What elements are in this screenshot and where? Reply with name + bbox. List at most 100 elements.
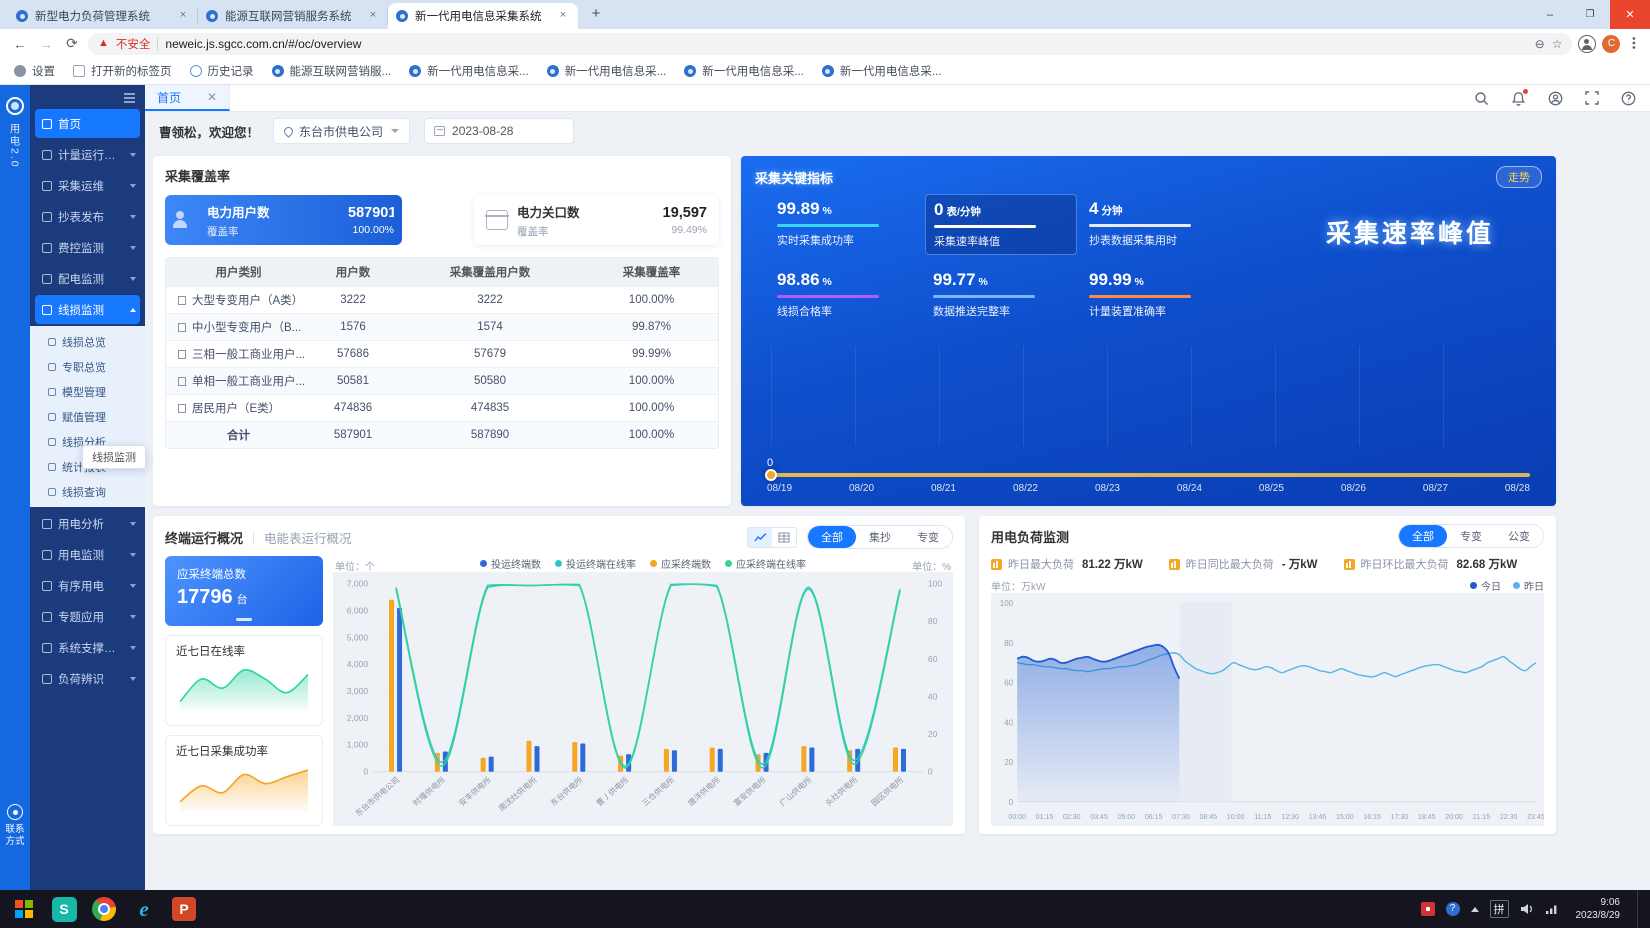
- legend-item[interactable]: 昨日: [1513, 578, 1544, 593]
- notifications-bell-icon[interactable]: [1511, 91, 1526, 106]
- sidebar-item-usage-analysis[interactable]: 用电分析: [35, 509, 140, 538]
- profile-icon[interactable]: [1578, 35, 1596, 53]
- bookmarks-bar: 设置 打开新的标签页 历史记录 能源互联网营销服... 新一代用电信息采... …: [0, 58, 1650, 85]
- bookmark-history[interactable]: 历史记录: [190, 63, 254, 79]
- ime-indicator[interactable]: 拼: [1490, 900, 1509, 918]
- contact-button[interactable]: 联系方式: [0, 804, 30, 848]
- legend-item[interactable]: 今日: [1470, 578, 1501, 593]
- taskbar-app-ie[interactable]: e: [124, 890, 164, 928]
- line-chart-view-icon[interactable]: [748, 528, 772, 547]
- page-tab-home[interactable]: 首页 ✕: [145, 85, 230, 111]
- load-line-chart[interactable]: 02040608010000:0001:1502:3003:4505:0006:…: [991, 593, 1544, 826]
- table-view-icon[interactable]: [772, 528, 796, 547]
- filter-all-button[interactable]: 全部: [808, 526, 856, 548]
- show-desktop-button[interactable]: [1637, 890, 1642, 928]
- sidebar-collapse-button[interactable]: [30, 89, 145, 107]
- bookmark-star-icon[interactable]: ☆: [1552, 37, 1563, 51]
- filter-gongbian-button[interactable]: 公变: [1495, 525, 1543, 547]
- tray-expand-chevron-icon[interactable]: [1471, 907, 1479, 912]
- browser-tab-1[interactable]: 新型电力负荷管理系统 ×: [8, 3, 198, 29]
- sidebar-item-label: 有序用电: [58, 578, 104, 594]
- start-button[interactable]: [4, 890, 44, 928]
- address-bar[interactable]: ▲ 不安全 neweic.js.sgcc.com.cn/#/oc/overvie…: [88, 33, 1572, 55]
- search-icon[interactable]: [1474, 91, 1489, 106]
- sidebar-item-metering-monitor[interactable]: 计量运行监测: [35, 140, 140, 169]
- sidebar-item-system-support[interactable]: 系统支撑功能: [35, 633, 140, 662]
- reload-button[interactable]: ⟳: [62, 34, 82, 54]
- online-rate-7d-card: 近七日在线率: [165, 635, 323, 726]
- bookmark-site-5[interactable]: 新一代用电信息采...: [822, 63, 942, 79]
- taskbar-app-seewo[interactable]: S: [44, 890, 84, 928]
- back-button[interactable]: ←: [10, 34, 30, 54]
- taskbar-app-powerpoint[interactable]: P: [164, 890, 204, 928]
- trend-button[interactable]: 走势: [1496, 166, 1542, 188]
- user-avatar-icon[interactable]: [1548, 91, 1563, 106]
- sidebar-item-special-apps[interactable]: 专题应用: [35, 602, 140, 631]
- bookmark-site-2[interactable]: 新一代用电信息采...: [409, 63, 529, 79]
- svg-text:5,000: 5,000: [347, 632, 369, 642]
- svg-text:05:00: 05:00: [1118, 814, 1136, 821]
- submenu-item-value-management[interactable]: 赋值管理: [30, 404, 145, 429]
- metric-collection-rate-peak[interactable]: 0表/分钟 采集速率峰值: [925, 194, 1077, 255]
- window-close-button[interactable]: ✕: [1610, 0, 1650, 29]
- volume-icon[interactable]: [1520, 903, 1534, 915]
- browser-tab-2[interactable]: 能源互联网营销服务系统 ×: [198, 3, 388, 29]
- sidebar-item-usage-monitor[interactable]: 用电监测: [35, 540, 140, 569]
- browser-tab-3-active[interactable]: 新一代用电信息采集系统 ×: [388, 3, 578, 29]
- taskbar-clock[interactable]: 9:06 2023/8/29: [1570, 896, 1627, 923]
- tab-terminal-overview[interactable]: 终端运行概况: [165, 528, 243, 547]
- submenu-item-model-management[interactable]: 模型管理: [30, 379, 145, 404]
- close-icon[interactable]: ✕: [207, 90, 217, 104]
- sidebar-item-line-loss-monitor[interactable]: 线损监测: [35, 295, 140, 324]
- submenu-item-special-overview[interactable]: 专职总览: [30, 354, 145, 379]
- filter-zhuanbian-button[interactable]: 专变: [904, 526, 952, 548]
- sidebar-item-meter-reading[interactable]: 抄表发布: [35, 202, 140, 231]
- account-avatar[interactable]: C: [1602, 35, 1620, 53]
- filter-jichao-button[interactable]: 集抄: [856, 526, 904, 548]
- bookmark-newtab[interactable]: 打开新的标签页: [73, 63, 172, 79]
- fullscreen-icon[interactable]: [1585, 91, 1599, 105]
- window-minimize-button[interactable]: –: [1530, 0, 1570, 29]
- tab-meter-overview[interactable]: 电能表运行概况: [264, 528, 352, 547]
- sidebar-item-distribution-monitor[interactable]: 配电监测: [35, 264, 140, 293]
- legend-item[interactable]: 应采终端在线率: [725, 556, 806, 571]
- tray-help-icon[interactable]: ?: [1446, 902, 1460, 916]
- network-icon[interactable]: [1545, 903, 1559, 915]
- site-favicon: [396, 10, 408, 22]
- zoom-icon[interactable]: ⊖: [1535, 37, 1545, 51]
- submenu-item-line-loss-query[interactable]: 线损查询: [30, 479, 145, 504]
- org-select[interactable]: 东台市供电公司: [273, 118, 410, 144]
- tab-close-icon[interactable]: ×: [366, 9, 380, 23]
- tray-app-icon[interactable]: [1421, 902, 1435, 916]
- card-sublabel: 覆盖率: [517, 224, 580, 239]
- sidebar-item-load-identification[interactable]: 负荷辨识: [35, 664, 140, 693]
- submenu-item-line-loss-overview[interactable]: 线损总览: [30, 329, 145, 354]
- terminal-bar-line-chart[interactable]: 01,0002,0003,0004,0005,0006,0007,0000204…: [333, 572, 953, 826]
- bookmark-site-4[interactable]: 新一代用电信息采...: [684, 63, 804, 79]
- browser-menu-icon[interactable]: •••: [1628, 37, 1639, 51]
- cell-value: 100.00%: [585, 294, 718, 306]
- slider-track[interactable]: [767, 473, 1530, 477]
- filter-all-button[interactable]: 全部: [1399, 525, 1447, 547]
- help-icon[interactable]: [1621, 91, 1636, 106]
- bookmark-site-3[interactable]: 新一代用电信息采...: [547, 63, 667, 79]
- sidebar-item-home[interactable]: 首页: [35, 109, 140, 138]
- sidebar-item-orderly-usage[interactable]: 有序用电: [35, 571, 140, 600]
- tab-close-icon[interactable]: ×: [176, 9, 190, 23]
- taskbar-app-chrome[interactable]: [84, 890, 124, 928]
- forward-button[interactable]: →: [36, 34, 56, 54]
- tab-close-icon[interactable]: ×: [556, 9, 570, 23]
- window-maximize-button[interactable]: ❐: [1570, 0, 1610, 29]
- new-tab-button[interactable]: +: [584, 3, 608, 27]
- date-picker-input[interactable]: 2023-08-28: [424, 118, 574, 144]
- divider: [253, 531, 254, 544]
- sidebar-item-fee-control[interactable]: 费控监测: [35, 233, 140, 262]
- bookmark-settings[interactable]: 设置: [14, 63, 55, 79]
- legend-item[interactable]: 投运终端数: [480, 556, 541, 571]
- filter-zhuanbian-button[interactable]: 专变: [1447, 525, 1495, 547]
- bookmark-site-1[interactable]: 能源互联网营销服...: [272, 63, 392, 79]
- legend-item[interactable]: 投运终端在线率: [555, 556, 636, 571]
- slider-handle[interactable]: [765, 469, 777, 481]
- sidebar-item-collection-ops[interactable]: 采集运维: [35, 171, 140, 200]
- legend-item[interactable]: 应采终端数: [650, 556, 711, 571]
